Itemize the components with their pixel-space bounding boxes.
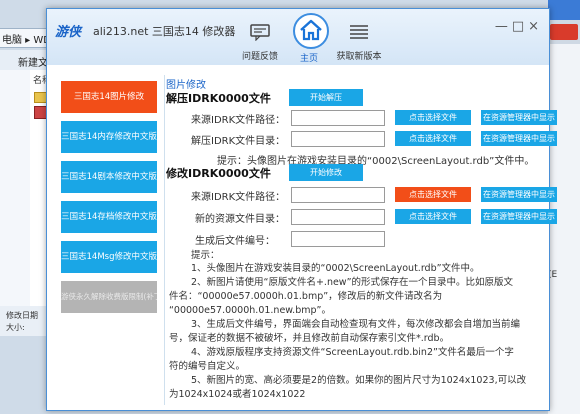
modify-choose-file-button[interactable]: 点击选择文件 (395, 187, 471, 202)
content-panel: 图片修改 解压IDRK0000文件 开始解压 来源IDRK文件路径： 点击选择文… (164, 75, 557, 405)
unpack-choose-file-button[interactable]: 点击选择文件 (395, 110, 471, 125)
feedback-button[interactable]: 问题反馈 (237, 17, 283, 62)
generated-number-label: 生成后文件编号： (195, 236, 275, 247)
modified-date-label: 修改日期 (6, 311, 38, 320)
address-text: 电脑 ▸ WD (2, 35, 51, 46)
modify-source-explorer-button[interactable]: 在资源管理器中显示 (481, 187, 557, 202)
unpack-source-explorer-button[interactable]: 在资源管理器中显示 (481, 110, 557, 125)
list-icon (350, 25, 368, 39)
feedback-label: 问题反馈 (241, 52, 278, 62)
note-line: 符的编号自定义。 (169, 361, 246, 372)
note-line: 5、新图片的宽、高必须要是2的倍数。如果你的图片尺寸为1024x1023,可以改 (191, 375, 527, 386)
trainer-window: 游侠 ali213.net 三国志14 修改器 问题反馈 主页 获取新版本 —□… (46, 8, 557, 411)
app-title: ali213.net 三国志14 修改器 (93, 25, 236, 38)
background-right-window: (E (548, 0, 580, 414)
size-label: 大小: (6, 323, 25, 332)
unpack-heading: 解压IDRK0000文件 (166, 92, 271, 105)
home-button[interactable]: 主页 (289, 13, 329, 64)
note-line: 4、游戏原版程序支持资源文件“ScreenLayout.rdb.bin2”文件名… (191, 347, 514, 358)
new-folder-button[interactable]: 新建文 (18, 54, 48, 69)
window-controls[interactable]: —□× (495, 19, 543, 34)
close-button[interactable] (550, 24, 578, 40)
start-modify-button[interactable]: 开始修改 (289, 164, 363, 181)
modify-heading: 修改IDRK0000文件 (166, 167, 271, 180)
note-line: 件名：“00000e57.0000h.01.bmp”，修改后的新文件请改名为 (169, 291, 443, 302)
generated-number-input[interactable] (291, 231, 385, 247)
feedback-icon (250, 24, 270, 41)
menu-unlock-patch[interactable]: 游侠永久解除收费版限制(补丁) (61, 281, 157, 313)
window-titlebar (548, 0, 580, 20)
note-line: 号，保证老的数据不被破坏，并且修改前自动保存索引文件*.rdb。 (169, 333, 450, 344)
menu-save-modify[interactable]: 三国志14存档修改中文版 (61, 201, 157, 233)
home-icon (300, 19, 322, 41)
get-new-version-label: 获取新版本 (336, 52, 382, 62)
get-new-version-button[interactable]: 获取新版本 (331, 17, 387, 62)
new-dir-explorer-button[interactable]: 在资源管理器中显示 (481, 209, 557, 224)
modify-source-input[interactable] (291, 187, 385, 203)
home-label: 主页 (299, 54, 318, 64)
note-line: “00000e57.0000h.01.new.bmp”。 (169, 305, 331, 316)
menu-memory-modify[interactable]: 三国志14内存修改中文版 (61, 121, 157, 153)
unpack-source-label: 来源IDRK文件路径： (191, 115, 286, 126)
menu-image-modify[interactable]: 三国志14图片修改 (61, 81, 157, 113)
new-dir-choose-button[interactable]: 点击选择文件 (395, 209, 471, 224)
unpack-dir-label: 解压IDRK文件目录： (191, 136, 286, 147)
navigation-pane[interactable] (0, 70, 30, 330)
ali213-logo: 游侠 (55, 25, 82, 40)
start-unpack-button[interactable]: 开始解压 (289, 89, 363, 106)
note-line: 2、新图片请使用“原版文件名+.new”的形式保存在一个目录中。比如原版文 (191, 277, 514, 288)
modify-source-label: 来源IDRK文件路径： (191, 192, 286, 203)
menu-scenario-modify[interactable]: 三国志14剧本修改中文版 (61, 161, 157, 193)
notes-title: 提示： (191, 250, 220, 261)
unpack-dir-choose-button[interactable]: 点击选择文件 (395, 131, 471, 146)
menu-msg-modify[interactable]: 三国志14Msg修改中文版 (61, 241, 157, 273)
note-line: 1、头像图片在游戏安装目录的“0002\ScreenLayout.rdb”文件中… (191, 263, 480, 274)
unpack-dir-input[interactable] (291, 131, 385, 147)
new-resource-dir-label: 新的资源文件目录： (195, 214, 285, 225)
section-title: 图片修改 (166, 80, 206, 91)
note-line: 3、生成后文件编号，界面端会自动检查现有文件，每次修改都会自增加当前编 (191, 319, 521, 330)
title-bar[interactable]: 游侠 ali213.net 三国志14 修改器 问题反馈 主页 获取新版本 —□… (47, 9, 549, 65)
window-body (548, 44, 580, 414)
unpack-dir-explorer-button[interactable]: 在资源管理器中显示 (481, 131, 557, 146)
unpack-source-input[interactable] (291, 110, 385, 126)
note-line: 为1024x1024或者1024x1022 (169, 389, 306, 400)
new-resource-dir-input[interactable] (291, 209, 385, 225)
